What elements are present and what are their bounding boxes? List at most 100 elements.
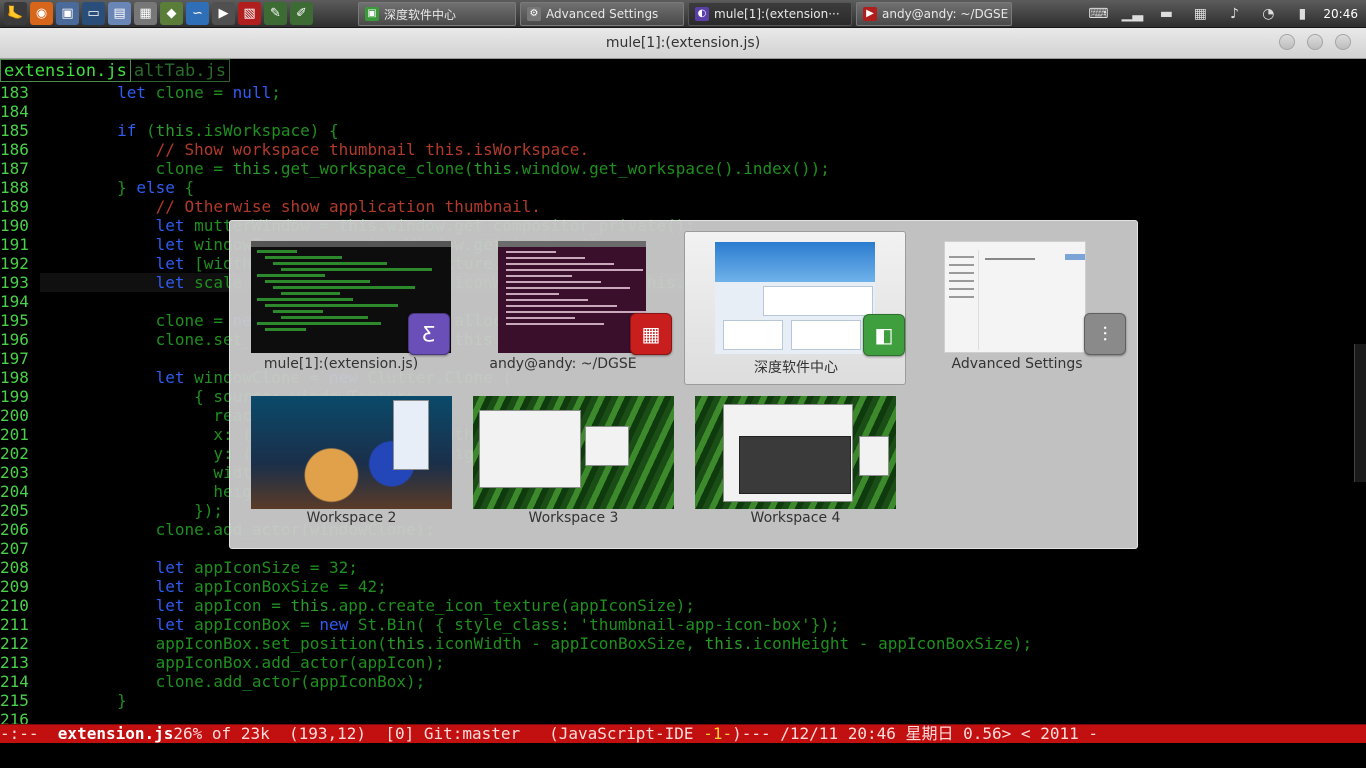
task-app-icon: ▣ bbox=[365, 7, 379, 21]
code-line[interactable]: 214 clone.add_actor(appIconBox); bbox=[0, 672, 1352, 691]
code-line[interactable]: 184 bbox=[0, 102, 1352, 121]
terminal-icon[interactable]: ▶ bbox=[212, 2, 235, 25]
tweak-tool-icon: ⫶ bbox=[1084, 313, 1126, 355]
taskbar-button[interactable]: ▣ 深度软件中心 bbox=[358, 2, 516, 26]
line-number: 187 bbox=[0, 159, 29, 178]
editor-icon-2[interactable]: ✐ bbox=[290, 2, 313, 25]
switcher-window-item[interactable]: ◧ 深度软件中心 bbox=[684, 231, 906, 385]
line-number: 207 bbox=[0, 539, 29, 558]
code-line[interactable]: 185 if (this.isWorkspace) { bbox=[0, 121, 1352, 140]
firefox-icon[interactable]: ◉ bbox=[30, 2, 53, 25]
tab-extension-js[interactable]: extension.js bbox=[0, 59, 131, 82]
mode-line: -:-- extension.js26% of 23k (193,12) [0]… bbox=[0, 724, 1366, 743]
minimize-button[interactable] bbox=[1279, 34, 1295, 50]
line-number: 206 bbox=[0, 520, 29, 539]
workspace-label: Workspace 2 bbox=[306, 510, 397, 526]
line-text[interactable]: } else { bbox=[40, 178, 194, 197]
code-line[interactable]: 187 clone = this.get_workspace_clone(thi… bbox=[0, 159, 1352, 178]
line-text[interactable]: let clone = null; bbox=[40, 83, 281, 102]
line-text[interactable]: // Otherwise show application thumbnail. bbox=[40, 197, 541, 216]
line-text[interactable]: clone = this.get_workspace_clone(this.wi… bbox=[40, 159, 830, 178]
task-label: andy@andy: ~/DGSE bbox=[882, 7, 1009, 21]
code-line[interactable]: 183 let clone = null; bbox=[0, 83, 1352, 102]
power-icon[interactable]: ▮ bbox=[1289, 4, 1315, 24]
code-line[interactable]: 189 // Otherwise show application thumbn… bbox=[0, 197, 1352, 216]
network-panel-icon[interactable]: ▦ bbox=[1187, 4, 1213, 24]
code-line[interactable]: 188 } else { bbox=[0, 178, 1352, 197]
code-line[interactable]: 212 appIconBox.set_position(this.iconWid… bbox=[0, 634, 1352, 653]
code-line[interactable]: 208 let appIconSize = 32; bbox=[0, 558, 1352, 577]
taskbar: ▣ 深度软件中心 ⚙ Advanced Settings ◐ mule[1]:(exten… bbox=[358, 2, 1012, 26]
taskbar-button[interactable]: ⚙ Advanced Settings bbox=[520, 2, 684, 26]
line-text[interactable]: } bbox=[40, 691, 127, 710]
clock[interactable]: 20:46 bbox=[1323, 7, 1358, 21]
window-thumbnail bbox=[498, 241, 646, 353]
launcher-bar: 🦶 ◉ ▣ ▭ ▤ ▦ ◆ ∽ ▶ ▧ ✎ ✐ bbox=[4, 2, 313, 26]
switcher-window-item[interactable]: Ƹmule[1]:(extension.js) bbox=[230, 231, 452, 385]
package-icon[interactable]: ◆ bbox=[160, 2, 183, 25]
code-line[interactable]: 209 let appIconBoxSize = 42; bbox=[0, 577, 1352, 596]
gnome-foot-icon[interactable]: 🦶 bbox=[4, 2, 27, 25]
switcher-window-item[interactable]: ▦ andy@andy: ~/DGSE bbox=[452, 231, 674, 385]
taskbar-button[interactable]: ▶ andy@andy: ~/DGSE bbox=[856, 2, 1012, 26]
keyboard-icon[interactable]: ⌨ bbox=[1085, 4, 1111, 24]
maximize-button[interactable] bbox=[1307, 34, 1323, 50]
close-button[interactable] bbox=[1335, 34, 1351, 50]
taskbar-button[interactable]: ◐ mule[1]:(extension··· bbox=[688, 2, 852, 26]
monitor-icon[interactable]: ▭ bbox=[82, 2, 105, 25]
terminal-app-icon: ▦ bbox=[630, 313, 672, 355]
window-thumbnail bbox=[715, 242, 875, 354]
switcher-window-item[interactable]: ⫶ Advanced Settings bbox=[906, 231, 1128, 385]
code-line[interactable]: 211 let appIconBox = new St.Bin( { style… bbox=[0, 615, 1352, 634]
workspace-thumbnail[interactable] bbox=[695, 396, 896, 509]
scrollbar[interactable] bbox=[1354, 344, 1366, 482]
modeline-prefix: -:-- bbox=[0, 724, 58, 743]
line-text[interactable]: let appIcon = this.app.create_icon_textu… bbox=[40, 596, 695, 615]
document-icon[interactable]: ▤ bbox=[108, 2, 131, 25]
workspace-thumbnail[interactable] bbox=[251, 396, 452, 509]
line-number: 210 bbox=[0, 596, 29, 615]
volume-icon[interactable]: ♪ bbox=[1221, 4, 1247, 24]
line-text[interactable]: clone.add_actor(appIconBox); bbox=[40, 672, 426, 691]
tab-alttab-js[interactable]: altTab.js bbox=[130, 59, 230, 82]
line-text[interactable]: appIconBox.add_actor(appIcon); bbox=[40, 653, 445, 672]
line-number: 211 bbox=[0, 615, 29, 634]
landscape-icon[interactable]: ▁▃ bbox=[1119, 4, 1145, 24]
task-label: Advanced Settings bbox=[546, 7, 659, 21]
code-line[interactable]: 210 let appIcon = this.app.create_icon_t… bbox=[0, 596, 1352, 615]
code-line[interactable]: 186 // Show workspace thumbnail this.isW… bbox=[0, 140, 1352, 159]
line-number: 195 bbox=[0, 311, 29, 330]
line-text[interactable]: // Show workspace thumbnail this.isWorks… bbox=[40, 140, 589, 159]
line-number: 190 bbox=[0, 216, 29, 235]
minibuffer[interactable] bbox=[0, 743, 1366, 768]
line-number: 186 bbox=[0, 140, 29, 159]
line-number: 213 bbox=[0, 653, 29, 672]
line-number: 189 bbox=[0, 197, 29, 216]
code-line[interactable]: 213 appIconBox.add_actor(appIcon); bbox=[0, 653, 1352, 672]
editor-icon[interactable]: ✎ bbox=[264, 2, 287, 25]
app-icon-1[interactable]: ▣ bbox=[56, 2, 79, 25]
window-label: 深度软件中心 bbox=[754, 360, 838, 376]
window-thumbnail bbox=[944, 241, 1086, 353]
line-text[interactable]: }); bbox=[40, 501, 223, 520]
wifi-icon[interactable]: ◔ bbox=[1255, 4, 1281, 24]
game-icon[interactable]: ▧ bbox=[238, 2, 261, 25]
line-text[interactable]: let appIconBoxSize = 42; bbox=[40, 577, 387, 596]
window-titlebar[interactable]: mule[1]:(extension.js) bbox=[0, 28, 1366, 59]
line-text[interactable]: appIconBox.set_position(this.iconWidth -… bbox=[40, 634, 1033, 653]
line-text[interactable]: let appIconBox = new St.Bin( { style_cla… bbox=[40, 615, 840, 634]
workspace-thumbnail[interactable] bbox=[473, 396, 674, 509]
line-number: 214 bbox=[0, 672, 29, 691]
line-number: 193 bbox=[0, 273, 29, 292]
modeline-position: 26% of 23k (193,12) [0] Git:master (Java… bbox=[173, 724, 704, 743]
line-number: 204 bbox=[0, 482, 29, 501]
window-switcher-popup: Ƹmule[1]:(extension.js) ▦ andy@andy: ~/DGS… bbox=[229, 220, 1138, 549]
line-text[interactable]: let appIconSize = 32; bbox=[40, 558, 358, 577]
line-number: 199 bbox=[0, 387, 29, 406]
line-text[interactable]: if (this.isWorkspace) { bbox=[40, 121, 339, 140]
disk-icon[interactable]: ▦ bbox=[134, 2, 157, 25]
modeline-rest: )--- /12/11 20:46 星期日 0.56> < 2011 - bbox=[732, 724, 1098, 743]
code-line[interactable]: 215 } bbox=[0, 691, 1352, 710]
swirl-icon[interactable]: ∽ bbox=[186, 2, 209, 25]
battery-indicator-icon[interactable]: ▬ bbox=[1153, 4, 1179, 24]
